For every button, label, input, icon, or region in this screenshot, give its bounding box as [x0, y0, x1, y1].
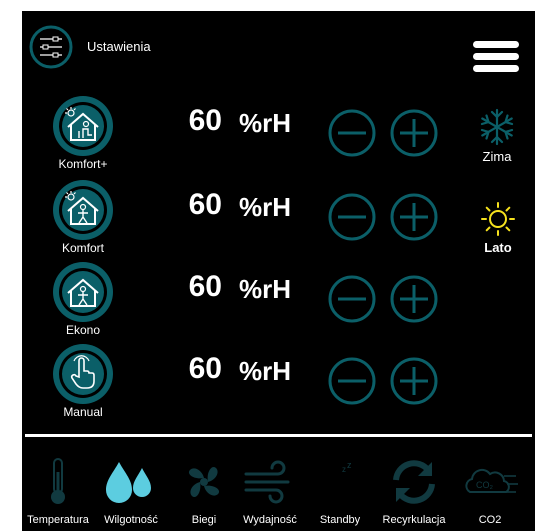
increase-button[interactable] — [389, 192, 439, 242]
fan-icon — [188, 466, 220, 498]
humidity-unit: %rH — [239, 274, 292, 304]
humidity-value: 60 — [188, 188, 222, 221]
hand-pointer-icon — [53, 344, 113, 404]
plus-circle-icon — [390, 357, 438, 405]
season-label: Zima — [482, 149, 512, 164]
recirculation-icon — [393, 460, 435, 504]
nav-standby-button[interactable]: z z — [310, 458, 370, 506]
svg-text:CO₂: CO₂ — [476, 480, 494, 490]
nav-label: Standby — [319, 514, 361, 526]
house-sun-person-icon — [53, 180, 113, 240]
water-drops-icon — [106, 462, 151, 503]
sliders-icon — [29, 25, 73, 69]
house-sun-person-sitting-icon — [53, 96, 113, 156]
humidity-value: 60 — [188, 352, 222, 385]
nav-label: Temperatura — [27, 514, 89, 526]
mode-komfort-plus-button[interactable] — [50, 93, 116, 159]
humidity-unit: %rH — [239, 108, 292, 138]
minus-circle-icon — [328, 275, 376, 323]
humidity-unit: %rH — [239, 192, 292, 222]
mode-label: Manual — [63, 405, 103, 419]
mode-komfort-button[interactable] — [50, 177, 116, 243]
minus-circle-icon — [328, 193, 376, 241]
sun-icon — [481, 202, 515, 236]
nav-temperatura-button[interactable] — [28, 458, 88, 506]
minus-circle-icon — [328, 109, 376, 157]
nav-recyrkulacja-button[interactable] — [384, 458, 444, 506]
decrease-button[interactable] — [327, 192, 377, 242]
season-label: Lato — [484, 240, 512, 255]
humidity-value: 60 — [188, 270, 222, 303]
mode-manual-button[interactable] — [50, 341, 116, 407]
mode-label: Komfort — [61, 241, 104, 255]
settings-button[interactable] — [28, 24, 74, 70]
settings-label[interactable]: Ustawienia — [87, 39, 151, 54]
humidity-unit: %rH — [239, 356, 292, 386]
nav-label: Wydajność — [243, 514, 297, 526]
house-moon-person-icon — [53, 262, 113, 322]
mode-label: Ekono — [65, 323, 101, 337]
decrease-button[interactable] — [327, 108, 377, 158]
season-summer-button[interactable] — [478, 199, 518, 239]
nav-wilgotnosc-button[interactable] — [101, 458, 161, 506]
mode-label: Komfort+ — [58, 157, 108, 171]
svg-text:z: z — [347, 460, 352, 470]
nav-label: CO2 — [478, 514, 502, 526]
nav-label: Wilgotność — [104, 514, 158, 526]
nav-wydajnosc-button[interactable] — [240, 458, 300, 506]
increase-button[interactable] — [389, 108, 439, 158]
plus-circle-icon — [390, 193, 438, 241]
decrease-button[interactable] — [327, 356, 377, 406]
snowflake-icon — [480, 108, 514, 146]
humidity-value: 60 — [188, 104, 222, 137]
increase-button[interactable] — [389, 356, 439, 406]
hamburger-menu-icon — [473, 41, 519, 72]
divider — [25, 434, 532, 437]
nav-co2-button[interactable]: CO₂ — [460, 458, 520, 506]
minus-circle-icon — [328, 357, 376, 405]
plus-circle-icon — [390, 275, 438, 323]
nav-label: Recyrkulacja — [382, 514, 446, 526]
wind-icon — [244, 460, 290, 504]
decrease-button[interactable] — [327, 274, 377, 324]
increase-button[interactable] — [389, 274, 439, 324]
screen: Ustawienia Komfort+ 60 %rH Komfort 60 %r… — [22, 11, 535, 531]
moon-zzz-icon: z z — [323, 460, 352, 502]
plus-circle-icon — [390, 109, 438, 157]
svg-text:z: z — [342, 465, 346, 474]
thermometer-icon — [51, 458, 65, 504]
mode-ekono-button[interactable] — [50, 259, 116, 325]
menu-button[interactable] — [471, 39, 523, 75]
nav-biegi-button[interactable] — [174, 458, 234, 506]
season-winter-button[interactable] — [477, 107, 517, 147]
co2-cloud-icon: CO₂ — [465, 468, 518, 493]
